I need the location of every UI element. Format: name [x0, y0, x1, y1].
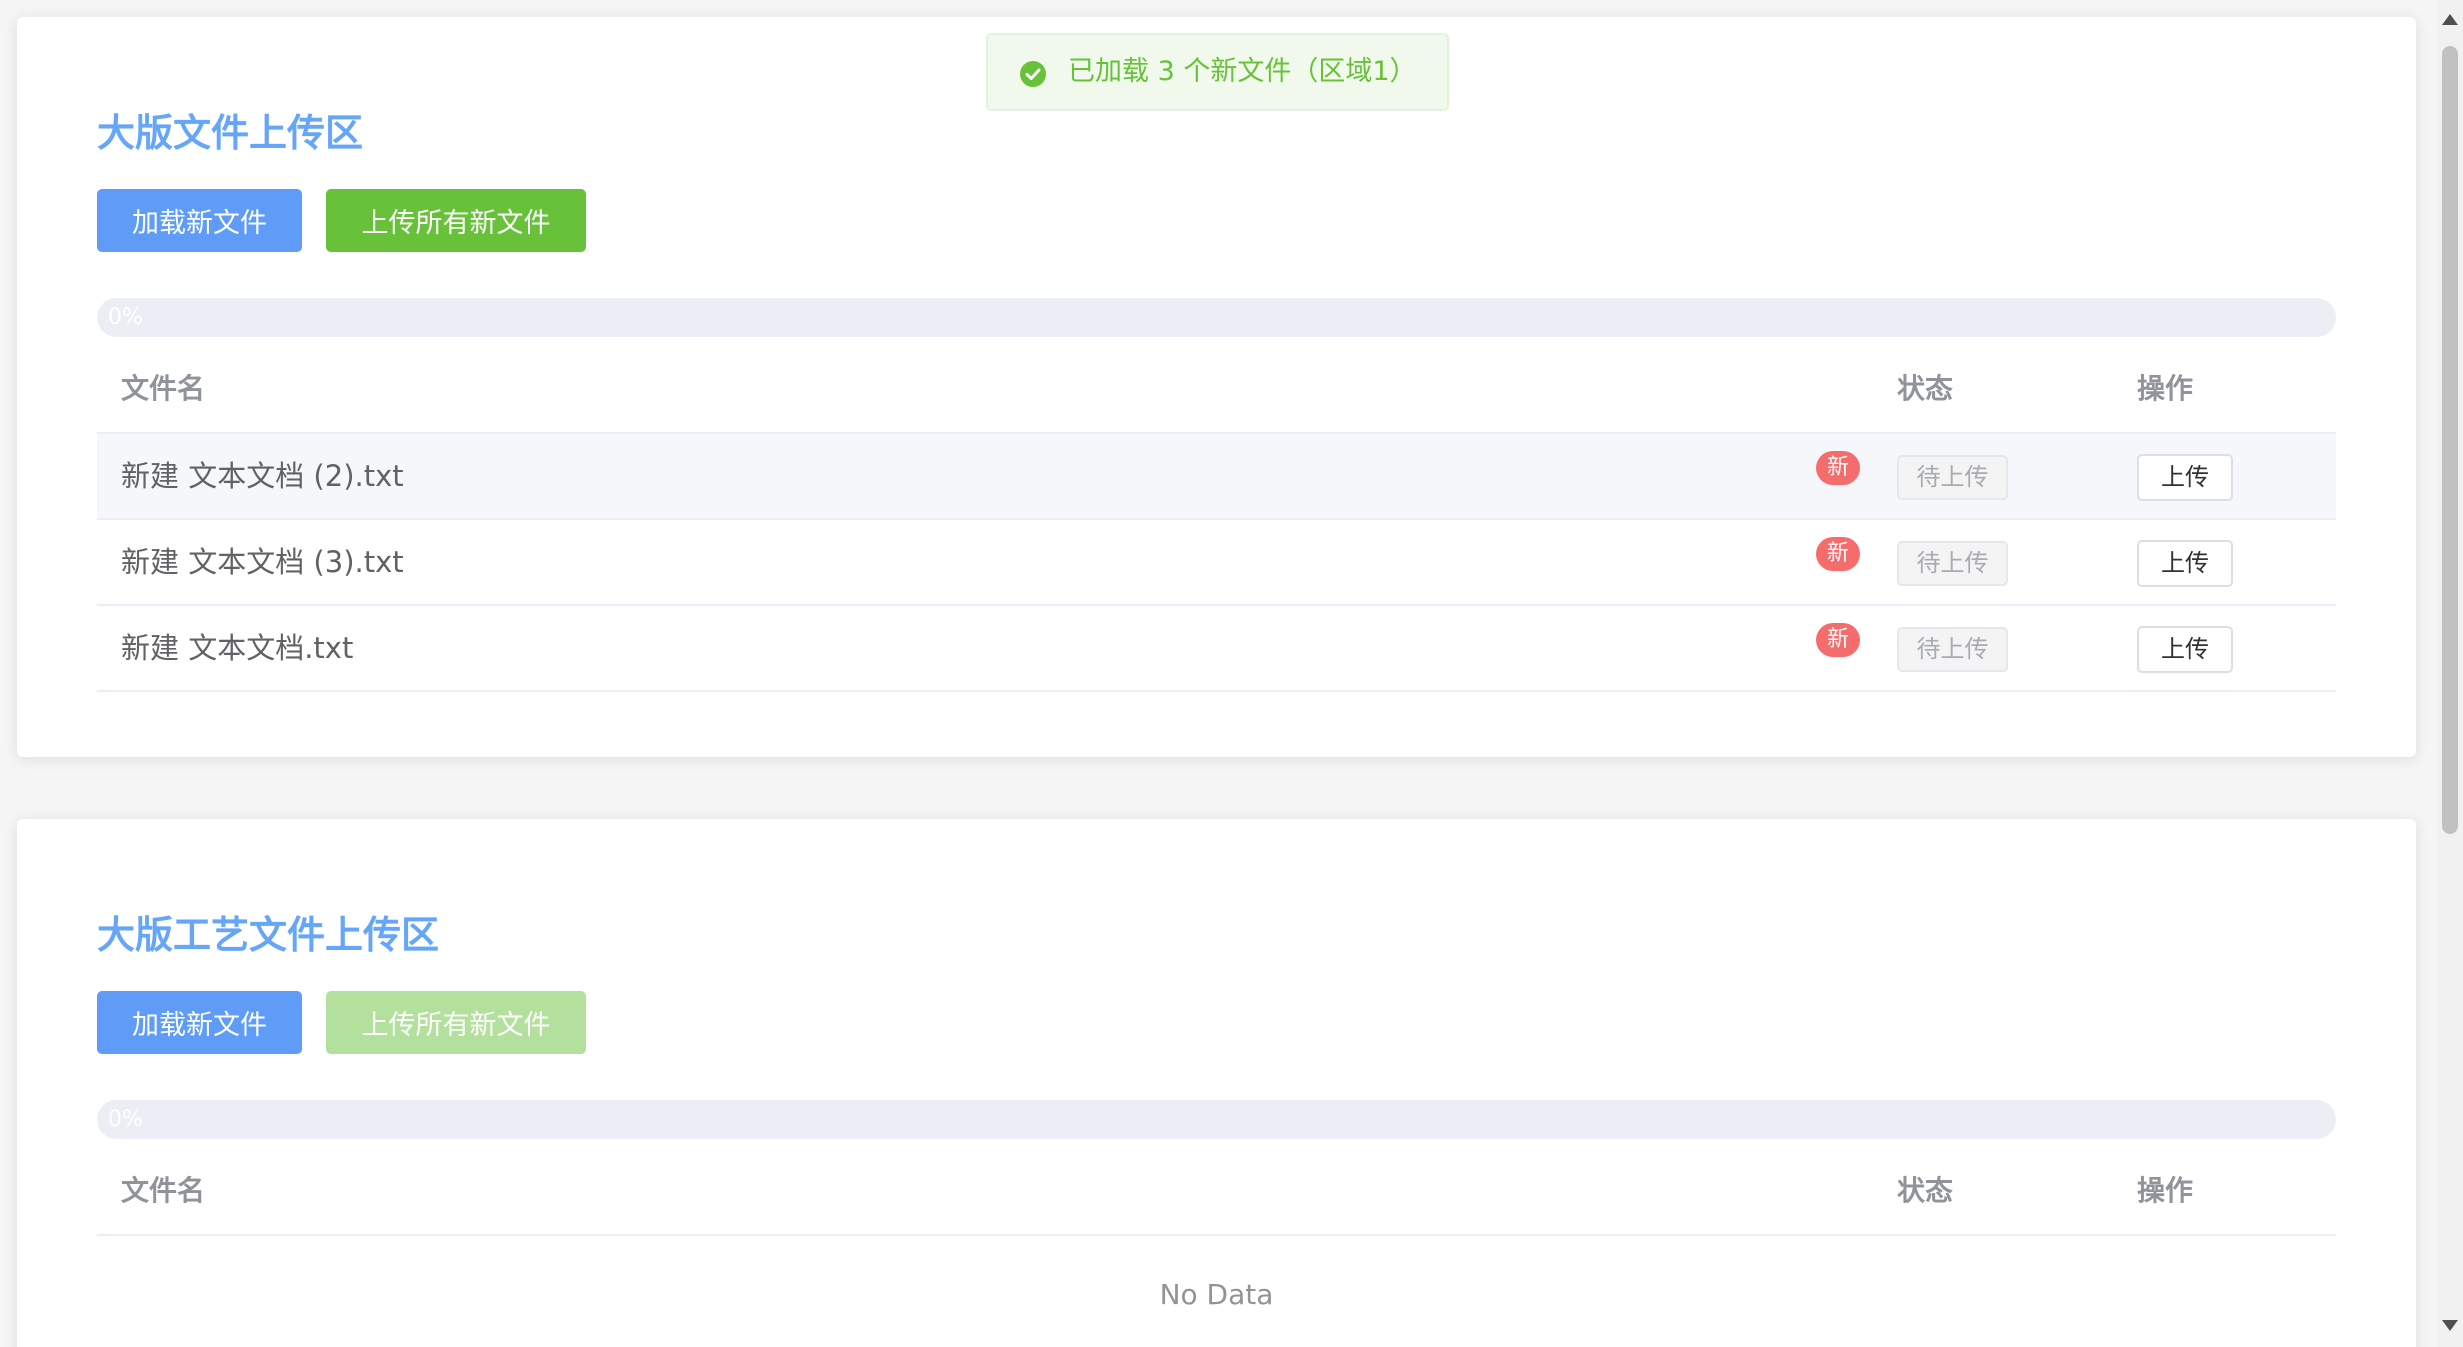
upload-file-button[interactable]: 上传: [2137, 540, 2233, 587]
toast-message: 已加载 3 个新文件（区域1）: [1068, 56, 1417, 87]
status-tag: 待上传: [1897, 455, 2008, 500]
upload-section-1: 大版文件上传区 加载新文件 上传所有新文件 0% 文件名 状态 操作 新建 文本…: [17, 17, 2416, 757]
new-badge: 新: [1816, 451, 1860, 485]
column-header-action: 操作: [2137, 1174, 2194, 1207]
check-circle-icon: [1020, 61, 1046, 87]
table-row: 新建 文本文档 (3).txt 新 待上传 上传: [97, 520, 2336, 606]
scroll-down-icon[interactable]: [2442, 1320, 2458, 1331]
status-tag: 待上传: [1897, 627, 2008, 672]
upload-section-2: 大版工艺文件上传区 加载新文件 上传所有新文件 0% 文件名 状态 操作 No …: [17, 819, 2416, 1347]
column-header-action: 操作: [2137, 372, 2194, 405]
scrollbar-thumb[interactable]: [2442, 46, 2458, 834]
success-toast: 已加载 3 个新文件（区域1）: [986, 33, 1449, 111]
upload-all-button: 上传所有新文件: [326, 991, 586, 1054]
vertical-scrollbar[interactable]: [2437, 0, 2463, 1347]
progress-text: 0%: [108, 305, 143, 330]
empty-text: No Data: [1159, 1278, 1274, 1311]
file-name: 新建 文本文档 (2).txt: [121, 459, 404, 493]
page: 大版文件上传区 加载新文件 上传所有新文件 0% 文件名 状态 操作 新建 文本…: [0, 0, 2437, 1347]
scroll-up-icon[interactable]: [2442, 14, 2458, 25]
progress-bar: 0%: [97, 1100, 2336, 1139]
upload-all-button[interactable]: 上传所有新文件: [326, 189, 586, 252]
new-badge: 新: [1816, 623, 1860, 657]
file-name: 新建 文本文档 (3).txt: [121, 545, 404, 579]
file-name: 新建 文本文档.txt: [121, 631, 354, 665]
column-header-filename: 文件名: [121, 372, 206, 405]
load-new-files-button[interactable]: 加载新文件: [97, 991, 302, 1054]
empty-row: No Data: [97, 1236, 2336, 1347]
file-table: 文件名 状态 操作 新建 文本文档 (2).txt 新 待上传 上传 新建 文本…: [97, 346, 2336, 692]
progress-text: 0%: [108, 1107, 143, 1132]
table-header: 文件名 状态 操作: [97, 346, 2336, 434]
column-header-status: 状态: [1897, 1174, 1954, 1207]
table-header: 文件名 状态 操作: [97, 1148, 2336, 1236]
status-tag: 待上传: [1897, 541, 2008, 586]
table-row: 新建 文本文档 (2).txt 新 待上传 上传: [97, 434, 2336, 520]
progress-bar: 0%: [97, 298, 2336, 337]
column-header-filename: 文件名: [121, 1174, 206, 1207]
new-badge: 新: [1816, 537, 1860, 571]
section-title: 大版文件上传区: [97, 111, 364, 155]
table-row: 新建 文本文档.txt 新 待上传 上传: [97, 606, 2336, 692]
column-header-status: 状态: [1897, 372, 1954, 405]
file-table: 文件名 状态 操作 No Data: [97, 1148, 2336, 1347]
section-title: 大版工艺文件上传区: [97, 913, 440, 957]
load-new-files-button[interactable]: 加载新文件: [97, 189, 302, 252]
upload-file-button[interactable]: 上传: [2137, 626, 2233, 673]
upload-file-button[interactable]: 上传: [2137, 454, 2233, 501]
